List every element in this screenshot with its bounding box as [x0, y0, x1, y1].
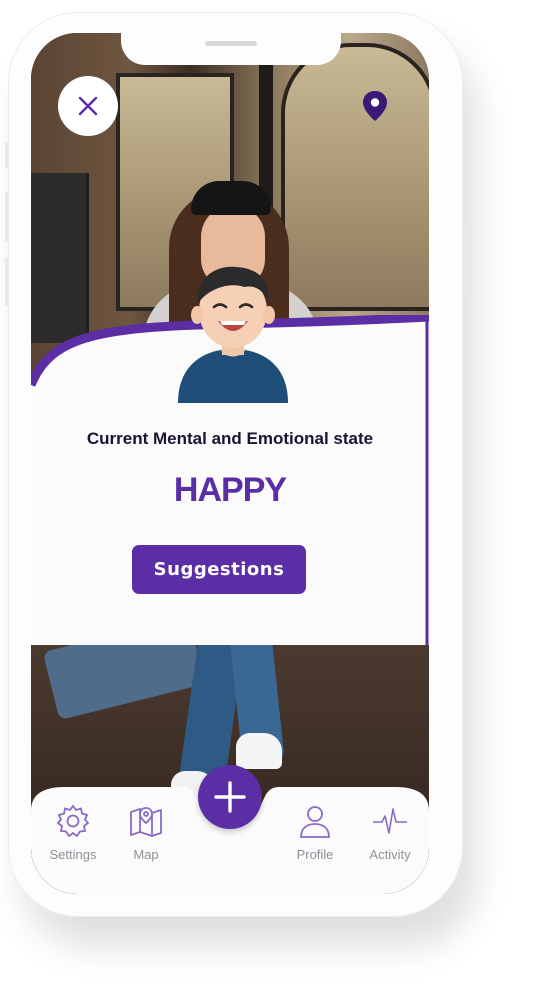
phone-side-button	[5, 142, 8, 168]
nav-map[interactable]: Map	[106, 803, 186, 862]
location-pin-icon[interactable]	[362, 90, 388, 122]
phone-power-button	[463, 222, 466, 302]
close-button[interactable]	[58, 76, 118, 136]
nav-settings[interactable]: Settings	[33, 803, 113, 862]
map-icon	[130, 807, 162, 837]
phone-volume-down	[5, 257, 8, 307]
state-title: Current Mental and Emotional state	[86, 429, 374, 448]
phone-volume-up	[5, 192, 8, 242]
gear-icon	[56, 804, 90, 838]
photo-arched-window	[281, 43, 429, 311]
phone-notch	[121, 33, 341, 65]
add-button[interactable]	[198, 765, 262, 829]
speaker-grille	[205, 41, 257, 46]
photo-shoe-right	[236, 733, 282, 769]
close-icon	[78, 96, 98, 116]
nav-profile[interactable]: Profile	[275, 803, 355, 862]
nav-label-activity: Activity	[369, 847, 411, 862]
nav-label-map: Map	[133, 847, 159, 862]
plus-icon	[214, 781, 246, 813]
nav-label-profile: Profile	[296, 847, 334, 862]
avatar	[178, 266, 288, 403]
nav-label-settings: Settings	[49, 847, 97, 862]
photo-person-cap	[191, 181, 271, 215]
state-value: HAPPY	[173, 471, 287, 509]
suggestions-button[interactable]: Suggestions	[132, 545, 306, 594]
app-screen: Current Mental and Emotional state HAPPY…	[31, 33, 429, 894]
activity-icon	[373, 808, 407, 834]
user-icon	[300, 806, 330, 838]
nav-activity[interactable]: Activity	[350, 803, 429, 862]
